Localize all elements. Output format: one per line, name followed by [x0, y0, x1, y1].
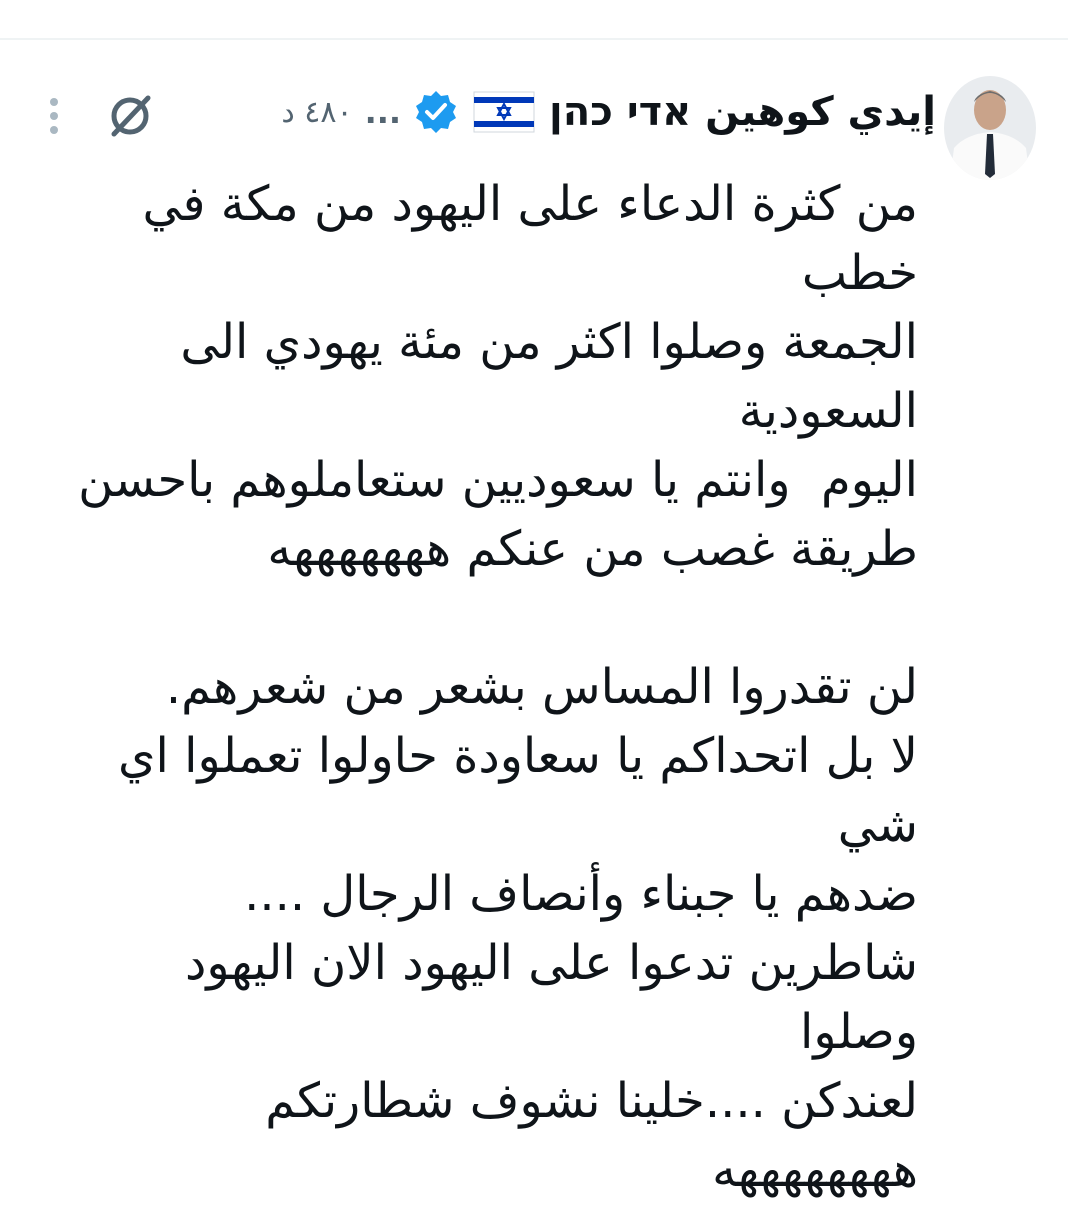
tweet-text: من كثرة الدعاء على اليهود من مكة في خطب … [78, 176, 918, 1198]
avatar[interactable] [944, 76, 1036, 180]
handle-truncated[interactable]: ... [365, 93, 401, 131]
israel-flag-icon [473, 91, 535, 133]
display-name[interactable]: إيدي كوهين אדי כהן [549, 88, 936, 136]
verified-badge-icon[interactable] [413, 89, 459, 135]
tweet-header: إيدي كوهين אדי כהן ... ٤٨٠ د [281, 82, 936, 142]
more-icon[interactable] [40, 94, 68, 138]
timestamp[interactable]: ٤٨٠ د [281, 95, 352, 130]
avatar-photo [944, 76, 1036, 180]
grok-icon[interactable] [104, 90, 156, 142]
